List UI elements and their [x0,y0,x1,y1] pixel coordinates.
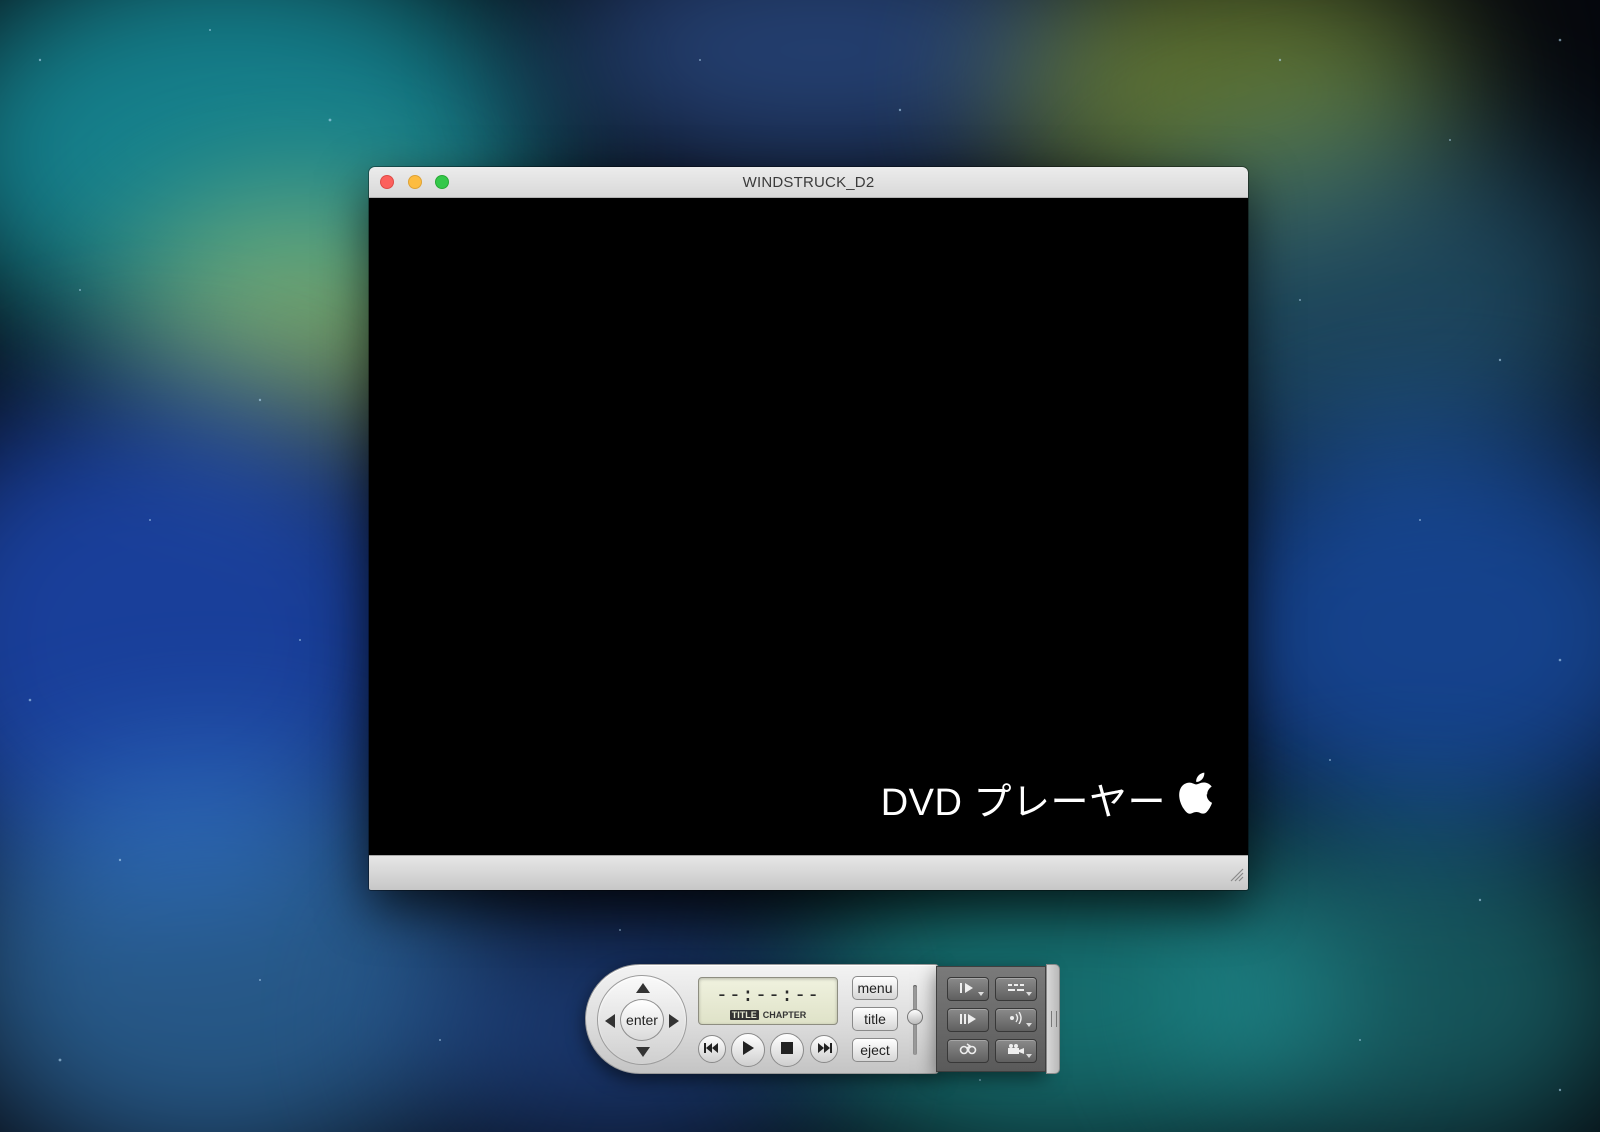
subtitles-button[interactable] [995,977,1037,1001]
lcd-mode-labels: TITLE CHAPTER [699,1010,837,1020]
video-viewport[interactable]: DVD プレーヤー [369,198,1248,856]
nav-right-button[interactable] [669,1014,679,1028]
subtitles-icon [1007,980,1025,998]
apple-logo-icon [1176,771,1214,820]
stop-button[interactable] [770,1033,804,1067]
step-frame-icon [959,1011,977,1029]
controller-drawer [936,966,1046,1072]
eject-button[interactable]: eject [852,1038,898,1062]
resize-grip-icon[interactable] [1226,864,1244,887]
dvd-player-brand: DVD プレーヤー [881,771,1214,826]
nav-down-button[interactable] [636,1047,650,1057]
lcd-chapter-label: CHAPTER [762,1010,807,1020]
lcd-title-label: TITLE [729,1010,759,1020]
dvd-player-window: WINDSTRUCK_D2 DVD プレーヤー [369,167,1248,890]
play-button[interactable] [731,1033,765,1067]
time-readout: --:--:-- [715,982,821,1006]
loop-icon [958,1042,978,1060]
volume-slider-knob[interactable] [907,1009,923,1025]
controller-body[interactable]: enter --:--:-- TITLE CHAPTER menu title … [585,964,939,1074]
nav-left-button[interactable] [605,1014,615,1028]
window-titlebar[interactable]: WINDSTRUCK_D2 [369,167,1248,198]
loop-button[interactable] [947,1039,989,1063]
rewind-button[interactable] [698,1035,726,1063]
audio-button[interactable] [995,1008,1037,1032]
camera-angle-icon [1007,1042,1025,1060]
slow-motion-icon [959,980,977,998]
window-title: WINDSTRUCK_D2 [742,174,875,191]
brand-label: DVD プレーヤー [880,782,1166,824]
fast-forward-icon [816,1040,832,1058]
play-icon [742,1040,754,1060]
nav-up-button[interactable] [636,983,650,993]
slow-motion-button[interactable] [947,977,989,1001]
window-status-bar [369,855,1248,890]
time-display: --:--:-- TITLE CHAPTER [698,977,838,1025]
dvd-controller: enter --:--:-- TITLE CHAPTER menu title … [585,964,1063,1074]
audio-icon [1007,1011,1025,1029]
rewind-icon [704,1040,720,1058]
drawer-handle[interactable] [1046,964,1060,1074]
title-button[interactable]: title [852,1007,898,1031]
camera-angle-button[interactable] [995,1039,1037,1063]
enter-button[interactable]: enter [620,999,664,1041]
fast-forward-button[interactable] [810,1035,838,1063]
menu-button[interactable]: menu [852,976,898,1000]
stop-icon [781,1041,793,1059]
navigation-dpad: enter [597,975,687,1065]
step-frame-button[interactable] [947,1008,989,1032]
